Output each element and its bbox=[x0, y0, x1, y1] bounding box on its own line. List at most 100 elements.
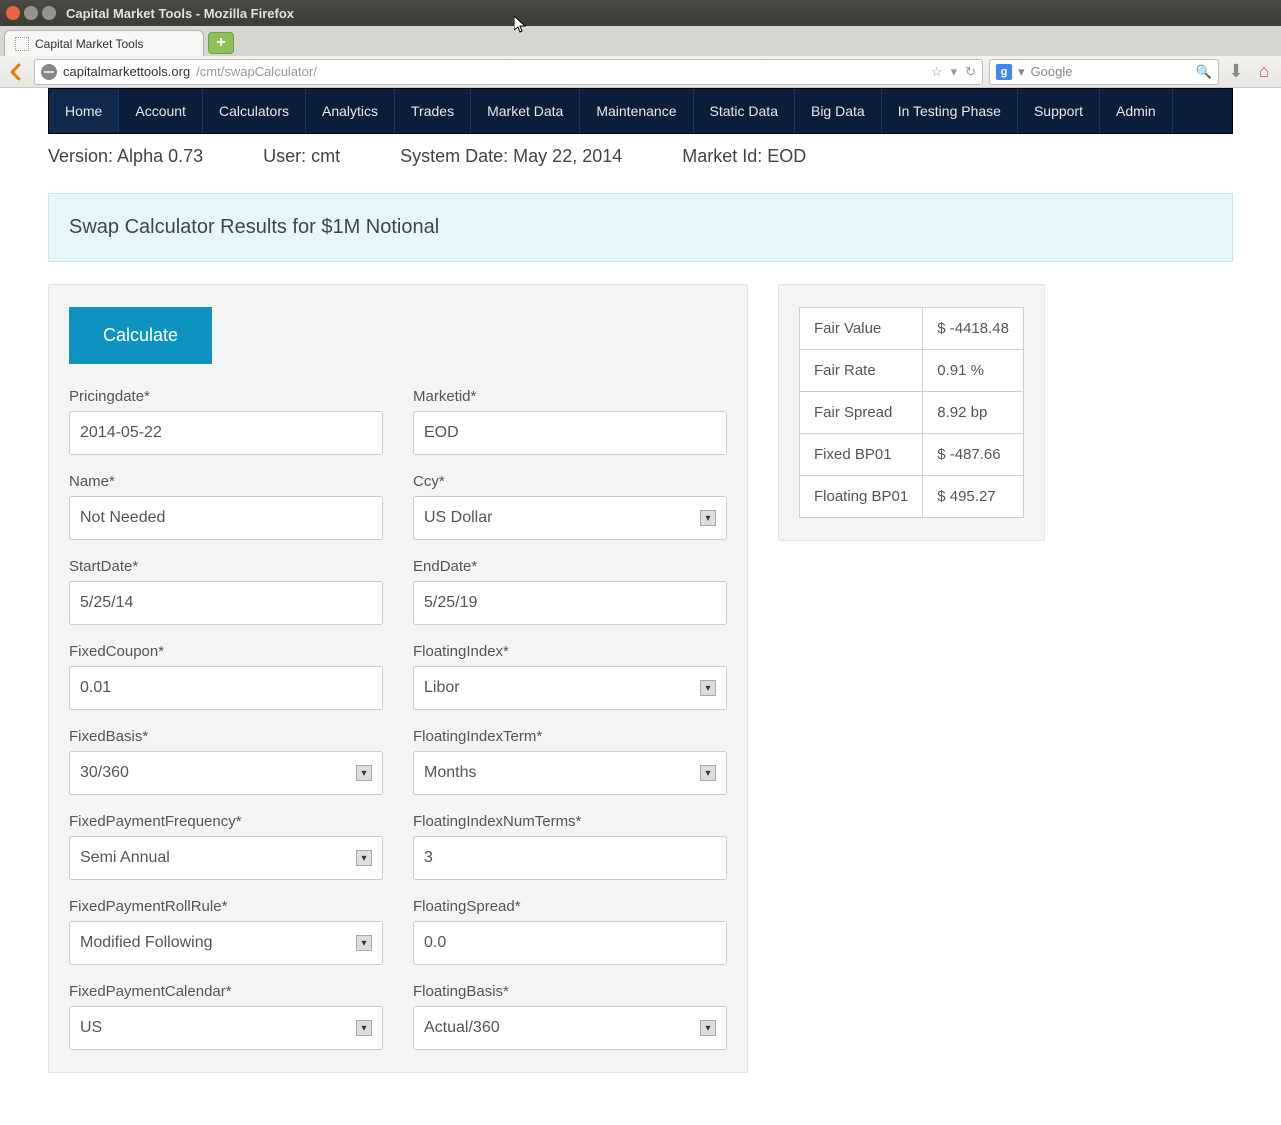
nav-back-button[interactable] bbox=[6, 61, 28, 83]
select-floatingindex-value: Libor bbox=[424, 679, 460, 697]
window-titlebar: Capital Market Tools - Mozilla Firefox bbox=[0, 0, 1281, 26]
label-fixedpaymentfrequency: FixedPaymentFrequency* bbox=[69, 813, 383, 830]
select-floatingindexterm[interactable]: Months ▾ bbox=[413, 751, 727, 795]
system-date-label: System Date: May 22, 2014 bbox=[400, 146, 622, 167]
input-enddate[interactable] bbox=[413, 581, 727, 625]
label-name: Name* bbox=[69, 473, 383, 490]
results-panel: Fair Value $ -4418.48 Fair Rate 0.91 % F… bbox=[778, 284, 1045, 541]
chevron-down-icon: ▾ bbox=[700, 1020, 716, 1036]
select-fixedpaymentcalendar[interactable]: US ▾ bbox=[69, 1006, 383, 1050]
input-pricingdate[interactable] bbox=[69, 411, 383, 455]
select-fixedpaymentfrequency-value: Semi Annual bbox=[80, 849, 170, 867]
nav-big-data[interactable]: Big Data bbox=[795, 89, 882, 133]
browser-tabstrip: Capital Market Tools + bbox=[0, 26, 1281, 56]
input-name[interactable] bbox=[69, 496, 383, 540]
window-title: Capital Market Tools - Mozilla Firefox bbox=[66, 6, 294, 21]
search-bar[interactable]: g ▾ Google 🔍 bbox=[989, 59, 1219, 85]
input-startdate[interactable] bbox=[69, 581, 383, 625]
market-id-label: Market Id: EOD bbox=[682, 146, 806, 167]
label-pricingdate: Pricingdate* bbox=[69, 388, 383, 405]
select-fixedbasis[interactable]: 30/360 ▾ bbox=[69, 751, 383, 795]
result-label: Fixed BP01 bbox=[800, 434, 923, 476]
info-bar: Version: Alpha 0.73 User: cmt System Dat… bbox=[48, 146, 1233, 167]
result-label: Fair Rate bbox=[800, 350, 923, 392]
chevron-down-icon: ▾ bbox=[356, 765, 372, 781]
nav-account[interactable]: Account bbox=[119, 89, 203, 133]
select-floatingbasis-value: Actual/360 bbox=[424, 1019, 500, 1037]
result-value: $ -487.66 bbox=[923, 434, 1024, 476]
select-fixedpaymentrollrule[interactable]: Modified Following ▾ bbox=[69, 921, 383, 965]
main-nav: Home Account Calculators Analytics Trade… bbox=[48, 88, 1233, 134]
url-bar[interactable]: capitalmarkettools.org/cmt/swapCalculato… bbox=[34, 59, 983, 85]
window-minimize-icon[interactable] bbox=[24, 6, 38, 20]
select-floatingindexterm-value: Months bbox=[424, 764, 476, 782]
label-floatingindexterm: FloatingIndexTerm* bbox=[413, 728, 727, 745]
downloads-icon[interactable]: ⬇ bbox=[1225, 61, 1247, 83]
reload-icon[interactable]: ↻ bbox=[965, 64, 976, 80]
select-floatingbasis[interactable]: Actual/360 ▾ bbox=[413, 1006, 727, 1050]
chevron-down-icon: ▾ bbox=[700, 680, 716, 696]
panel-title: Swap Calculator Results for $1M Notional bbox=[48, 193, 1233, 262]
nav-home[interactable]: Home bbox=[49, 89, 119, 133]
input-floatingindexnumterms[interactable] bbox=[413, 836, 727, 880]
result-value: 0.91 % bbox=[923, 350, 1024, 392]
browser-tab-active[interactable]: Capital Market Tools bbox=[4, 30, 204, 56]
new-tab-button[interactable]: + bbox=[208, 32, 234, 54]
google-search-icon: g bbox=[996, 64, 1012, 80]
window-maximize-icon[interactable] bbox=[42, 6, 56, 20]
result-value: $ -4418.48 bbox=[923, 308, 1024, 350]
select-floatingindex[interactable]: Libor ▾ bbox=[413, 666, 727, 710]
url-host: capitalmarkettools.org bbox=[63, 64, 190, 79]
input-marketid[interactable] bbox=[413, 411, 727, 455]
user-label: User: cmt bbox=[263, 146, 340, 167]
table-row: Fair Value $ -4418.48 bbox=[800, 308, 1024, 350]
result-value: $ 495.27 bbox=[923, 476, 1024, 518]
nav-maintenance[interactable]: Maintenance bbox=[580, 89, 693, 133]
result-label: Fair Value bbox=[800, 308, 923, 350]
nav-static-data[interactable]: Static Data bbox=[694, 89, 795, 133]
nav-calculators[interactable]: Calculators bbox=[203, 89, 306, 133]
window-close-icon[interactable] bbox=[6, 6, 20, 20]
home-icon[interactable]: ⌂ bbox=[1253, 61, 1275, 83]
label-fixedbasis: FixedBasis* bbox=[69, 728, 383, 745]
swap-form-panel: Calculate Pricingdate* Marketid* Name* bbox=[48, 284, 748, 1073]
label-marketid: Marketid* bbox=[413, 388, 727, 405]
nav-admin[interactable]: Admin bbox=[1100, 89, 1173, 133]
select-fixedpaymentrollrule-value: Modified Following bbox=[80, 934, 213, 952]
select-fixedbasis-value: 30/360 bbox=[80, 764, 129, 782]
input-fixedcoupon[interactable] bbox=[69, 666, 383, 710]
result-label: Fair Spread bbox=[800, 392, 923, 434]
tab-title: Capital Market Tools bbox=[35, 37, 144, 51]
nav-trades[interactable]: Trades bbox=[395, 89, 471, 133]
search-placeholder: Google bbox=[1031, 64, 1073, 79]
label-floatingbasis: FloatingBasis* bbox=[413, 983, 727, 1000]
select-fixedpaymentfrequency[interactable]: Semi Annual ▾ bbox=[69, 836, 383, 880]
search-submit-icon[interactable]: 🔍 bbox=[1196, 64, 1212, 80]
nav-support[interactable]: Support bbox=[1018, 89, 1100, 133]
result-value: 8.92 bp bbox=[923, 392, 1024, 434]
browser-toolbar: capitalmarkettools.org/cmt/swapCalculato… bbox=[0, 56, 1281, 88]
label-fixedpaymentcalendar: FixedPaymentCalendar* bbox=[69, 983, 383, 1000]
result-label: Floating BP01 bbox=[800, 476, 923, 518]
label-fixedpaymentrollrule: FixedPaymentRollRule* bbox=[69, 898, 383, 915]
bookmark-star-icon[interactable]: ☆ bbox=[931, 64, 943, 80]
label-enddate: EndDate* bbox=[413, 558, 727, 575]
table-row: Floating BP01 $ 495.27 bbox=[800, 476, 1024, 518]
chevron-down-icon: ▾ bbox=[356, 935, 372, 951]
chevron-down-icon: ▾ bbox=[356, 850, 372, 866]
table-row: Fair Spread 8.92 bp bbox=[800, 392, 1024, 434]
nav-analytics[interactable]: Analytics bbox=[306, 89, 395, 133]
calculate-button[interactable]: Calculate bbox=[69, 307, 212, 364]
nav-market-data[interactable]: Market Data bbox=[471, 89, 580, 133]
select-ccy[interactable]: US Dollar ▾ bbox=[413, 496, 727, 540]
results-table: Fair Value $ -4418.48 Fair Rate 0.91 % F… bbox=[799, 307, 1024, 518]
select-ccy-value: US Dollar bbox=[424, 509, 492, 527]
label-floatingspread: FloatingSpread* bbox=[413, 898, 727, 915]
nav-in-testing[interactable]: In Testing Phase bbox=[882, 89, 1018, 133]
tab-favicon-icon bbox=[15, 37, 29, 51]
label-startdate: StartDate* bbox=[69, 558, 383, 575]
select-fixedpaymentcalendar-value: US bbox=[80, 1019, 102, 1037]
label-floatingindexnumterms: FloatingIndexNumTerms* bbox=[413, 813, 727, 830]
input-floatingspread[interactable] bbox=[413, 921, 727, 965]
chevron-down-icon: ▾ bbox=[700, 765, 716, 781]
